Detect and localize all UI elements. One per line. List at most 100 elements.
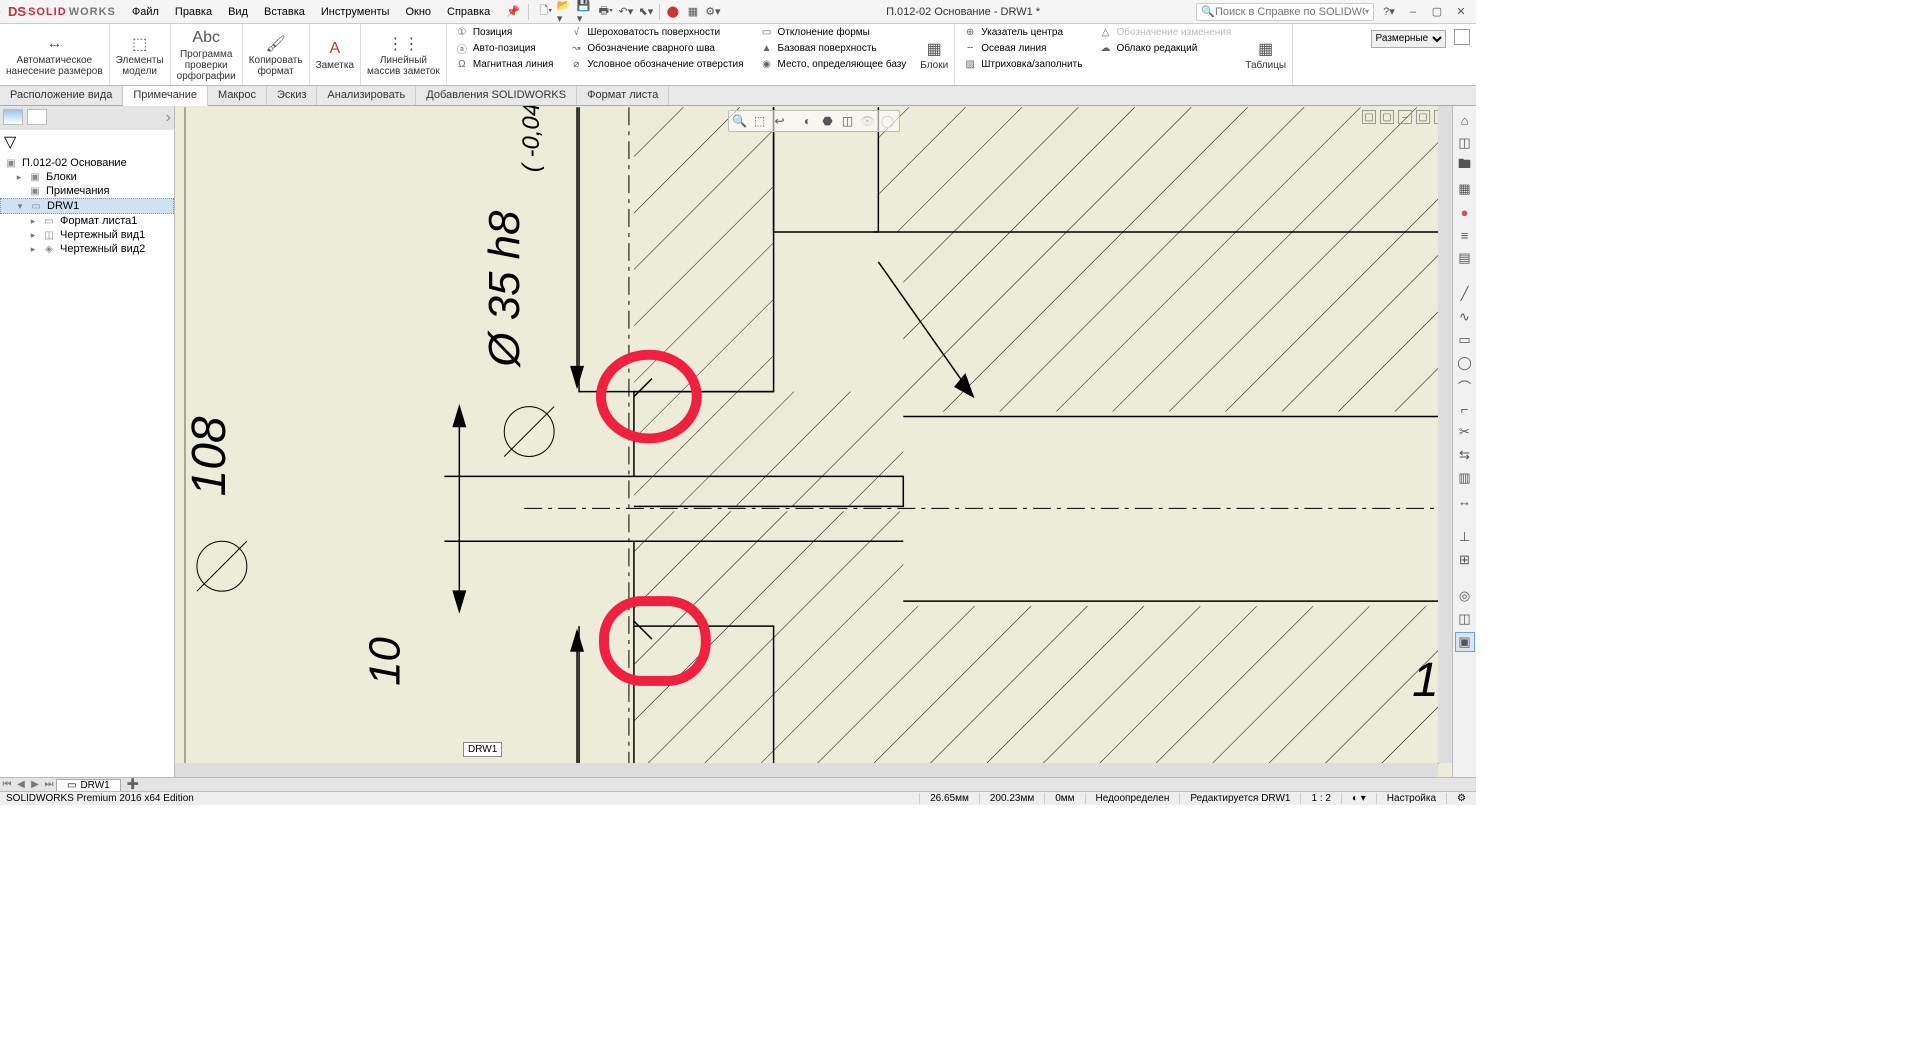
ribbon-notepattern[interactable]: ⋮⋮Линейный массив заметок (361, 24, 447, 85)
prevview-icon[interactable]: ↩ (771, 113, 789, 129)
dim-style-preview-icon[interactable] (1454, 29, 1470, 45)
undo-icon[interactable]: ↶▾ (617, 3, 635, 21)
minimize-icon[interactable]: ‒ (1404, 3, 1422, 21)
ribbon-blocks[interactable]: ▦Блоки (914, 24, 955, 85)
tree-root[interactable]: ▣П.012-02 Основание (0, 156, 174, 170)
status-gear-icon[interactable]: ⚙ (1446, 793, 1476, 804)
sk-spline-icon[interactable]: ∿ (1455, 307, 1475, 327)
mdi-tile1-icon[interactable]: ▢ (1362, 110, 1376, 124)
ribbon-spellcheck[interactable]: AbcПрограмма проверки орфографии (171, 24, 243, 85)
tree-view1[interactable]: ▸◫Чертежный вид1 (0, 228, 174, 242)
close-icon[interactable]: ✕ (1452, 3, 1470, 21)
menu-insert[interactable]: Вставка (256, 2, 313, 22)
menu-window[interactable]: Окно (397, 2, 439, 22)
ribbon-datum[interactable]: ▲Базовая поверхность (752, 40, 915, 56)
ribbon-datumtarget[interactable]: ◉Место, определяющее базу (752, 56, 915, 72)
vieworient-icon[interactable]: ⬣ (819, 113, 837, 129)
dim-style-select[interactable]: Размерные (1371, 30, 1446, 48)
tree-sheet[interactable]: ▾▭DRW1 (0, 198, 174, 214)
status-custom[interactable]: Настройка (1376, 793, 1446, 804)
hideshow-icon[interactable]: 👁 (859, 113, 877, 129)
ribbon-formatpaint[interactable]: 🖌Копировать формат (243, 24, 310, 85)
pin-icon[interactable]: 📌 (498, 5, 528, 18)
ribbon-holecallout[interactable]: ⌀Условное обозначение отверстия (561, 56, 751, 72)
mdi-min-icon[interactable]: ‒ (1398, 110, 1412, 124)
vscrollbar[interactable] (1438, 106, 1452, 763)
tp-viewpalette-icon[interactable]: ▦ (1455, 179, 1475, 199)
tp-appearance-icon[interactable]: ● (1455, 202, 1475, 222)
ribbon-hatch[interactable]: ▨Штриховка/заполнить (955, 56, 1090, 72)
sheet-first-icon[interactable]: ⏮ (0, 779, 14, 790)
tab-addins[interactable]: Добавления SOLIDWORKS (416, 86, 577, 105)
sk-trim-icon[interactable]: ✂ (1455, 422, 1475, 442)
sheet-tab-active[interactable]: ▭DRW1 (56, 779, 121, 791)
zoomarea-icon[interactable]: ⬚ (751, 113, 769, 129)
ribbon-balloon[interactable]: ①Позиция (447, 24, 562, 40)
ribbon-revcloud[interactable]: ☁Облако редакций (1090, 40, 1239, 56)
tree-view2[interactable]: ▸◈Чертежный вид2 (0, 242, 174, 256)
fm-tab-config-icon[interactable] (27, 109, 47, 125)
rebuild-icon[interactable]: ⬤ (664, 3, 682, 21)
search-box[interactable]: 🔍 ▾ (1196, 3, 1374, 21)
sheet-prev-icon[interactable]: ◀ (14, 779, 28, 790)
sk-line-icon[interactable]: ╱ (1455, 284, 1475, 304)
sk-arc-icon[interactable]: ⌒ (1455, 376, 1475, 396)
sk-quicksnaps-icon[interactable]: ◎ (1455, 586, 1475, 606)
fm-collapse-icon[interactable]: › (166, 109, 171, 127)
new-icon[interactable]: 🗋▾ (537, 3, 555, 21)
tab-annotation[interactable]: Примечание (123, 86, 208, 106)
open-icon[interactable]: 📂▾ (557, 3, 575, 21)
ribbon-gtol[interactable]: ▭Отклонение формы (752, 24, 915, 40)
sheet-last-icon[interactable]: ⏭ (42, 779, 56, 790)
tree-annotations[interactable]: ▣Примечания (0, 184, 174, 198)
status-flags[interactable]: ◐ ▾ (1341, 793, 1376, 804)
tab-macro[interactable]: Макрос (208, 86, 267, 105)
sk-selected-tool-icon[interactable]: ▣ (1455, 632, 1475, 652)
status-scale[interactable]: 1 : 2 (1300, 793, 1340, 804)
sk-offset-icon[interactable]: ⇆ (1455, 445, 1475, 465)
ribbon-magneticline[interactable]: ΩМагнитная линия (447, 56, 562, 72)
sk-rect-icon[interactable]: ▭ (1455, 330, 1475, 350)
tab-viewlayout[interactable]: Расположение вида (0, 86, 123, 105)
menu-file[interactable]: Файл (124, 2, 167, 22)
tp-designlib-icon[interactable]: ◫ (1455, 133, 1475, 153)
mdi-tile2-icon[interactable]: ▢ (1380, 110, 1394, 124)
ribbon-note[interactable]: AЗаметка (310, 24, 361, 85)
menu-view[interactable]: Вид (220, 2, 256, 22)
sk-grid-icon[interactable]: ⊞ (1455, 550, 1475, 570)
options-icon[interactable]: ▦ (684, 3, 702, 21)
menu-tools[interactable]: Инструменты (313, 2, 398, 22)
sk-relation-icon[interactable]: ⊥ (1455, 527, 1475, 547)
appearance-icon[interactable]: ◯ (879, 113, 897, 129)
sk-rapid-icon[interactable]: ◫ (1455, 609, 1475, 629)
search-dropdown-icon[interactable]: ▾ (1365, 7, 1369, 16)
menu-help[interactable]: Справка (439, 2, 498, 22)
drawing-canvas[interactable]: 108 Ø 35 h8 ( -0,04 ) 10 10 (175, 106, 1452, 777)
zoomfit-icon[interactable]: 🔍 (731, 113, 749, 129)
add-sheet-icon[interactable]: ➕ (121, 779, 145, 790)
sk-fillet-icon[interactable]: ⌐ (1455, 399, 1475, 419)
sk-circle-icon[interactable]: ◯ (1455, 353, 1475, 373)
ribbon-centermark[interactable]: ⊕Указатель центра (955, 24, 1090, 40)
tree-sheetformat[interactable]: ▸▭Формат листа1 (0, 214, 174, 228)
select-icon[interactable]: ⬉▾ (637, 3, 655, 21)
ribbon-centerline[interactable]: ╌Осевая линия (955, 40, 1090, 56)
maximize-icon[interactable]: ▢ (1428, 3, 1446, 21)
tab-sketch[interactable]: Эскиз (267, 86, 317, 105)
tab-evaluate[interactable]: Анализировать (317, 86, 416, 105)
sk-mirror-icon[interactable]: ▥ (1455, 468, 1475, 488)
settings-icon[interactable]: ⚙▾ (704, 3, 722, 21)
sectionview-icon[interactable]: ◐ (799, 113, 817, 129)
hscrollbar[interactable] (175, 763, 1438, 777)
print-icon[interactable]: 🖶▾ (597, 3, 615, 21)
tree-blocks[interactable]: ▸▣Блоки (0, 170, 174, 184)
tab-sheetformat[interactable]: Формат листа (577, 86, 669, 105)
fm-tab-tree-icon[interactable] (3, 109, 23, 125)
ribbon-weldsymbol[interactable]: ↝Обозначение сварного шва (561, 40, 751, 56)
tp-home-icon[interactable]: ⌂ (1455, 110, 1475, 130)
search-input[interactable] (1215, 6, 1365, 18)
help-icon[interactable]: ?▾ (1380, 3, 1398, 21)
tp-forum-icon[interactable]: ▤ (1455, 248, 1475, 268)
dimension-style-dropdown[interactable]: Размерные (1371, 28, 1470, 85)
fm-filter[interactable]: ▽ (0, 130, 174, 154)
